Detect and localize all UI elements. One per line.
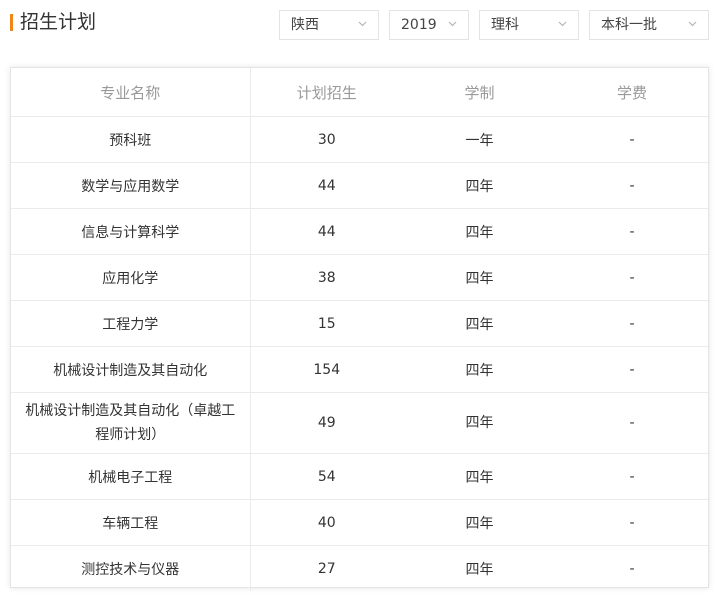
year-select[interactable]: 2019 [389, 10, 469, 40]
batch-select[interactable]: 本科一批 [589, 10, 709, 40]
cell-fee: - [556, 346, 708, 393]
cell-duration: 四年 [403, 208, 556, 255]
column-header-fee: 学费 [556, 68, 708, 117]
cell-duration: 四年 [403, 162, 556, 209]
table-row: 机械设计制造及其自动化 154 四年 - [11, 346, 708, 393]
cell-plan: 27 [317, 560, 336, 577]
cell-fee: - [556, 499, 708, 546]
table-row: 测控技术与仪器 27 四年 - [11, 545, 708, 591]
province-select[interactable]: 陕西 [279, 10, 379, 40]
column-header-plan: 计划招生 [250, 68, 403, 117]
table-row: 信息与计算科学 44 四年 - [11, 208, 708, 255]
cell-major: 测控技术与仪器 [11, 545, 251, 591]
cell-major: 预科班 [11, 116, 251, 163]
chevron-down-icon [358, 19, 367, 28]
table-row: 机械设计制造及其自动化（卓越工程师计划） 49 四年 - [11, 392, 708, 454]
cell-plan: 30 [250, 116, 403, 163]
cell-fee: - [556, 208, 708, 255]
table-row: 机械电子工程 54 四年 - [11, 453, 708, 500]
cell-duration: 四年 [403, 346, 556, 393]
page-title: 招生计划 [20, 11, 97, 33]
cell-fee: - [556, 453, 708, 500]
cell-duration: 四年 [465, 561, 494, 578]
subject-select-value: 理科 [491, 17, 519, 33]
year-select-value: 2019 [401, 17, 437, 33]
cell-major: 机械电子工程 [11, 453, 251, 500]
cell-duration: 四年 [403, 499, 556, 546]
cell-duration: 四年 [403, 300, 556, 347]
header: 招生计划 陕西 2019 理科 本科一批 [0, 0, 721, 48]
cell-duration: 四年 [403, 392, 556, 454]
cell-fee: - [556, 392, 708, 454]
table-row: 预科班 30 一年 - [11, 116, 708, 163]
cell-plan: 15 [250, 300, 403, 347]
table-row: 工程力学 15 四年 - [11, 300, 708, 347]
cell-duration: 四年 [403, 254, 556, 301]
cell-plan: 49 [250, 392, 403, 454]
plan-table: 专业名称 计划招生 学制 学费 预科班 30 一年 - 数学与应用数学 44 四… [11, 68, 708, 591]
table-header-row: 专业名称 计划招生 学制 学费 [11, 68, 708, 117]
cell-major: 机械设计制造及其自动化 [11, 346, 251, 393]
cell-major: 应用化学 [11, 254, 251, 301]
chevron-down-icon [448, 19, 457, 28]
cell-plan: 154 [250, 346, 403, 393]
table-row: 数学与应用数学 44 四年 - [11, 162, 708, 209]
chevron-down-icon [688, 19, 697, 28]
province-select-value: 陕西 [291, 17, 319, 33]
cell-plan: 44 [250, 162, 403, 209]
cell-plan: 38 [250, 254, 403, 301]
cell-fee: - [556, 254, 708, 301]
cell-fee: - [556, 116, 708, 163]
cell-plan: 40 [250, 499, 403, 546]
enrollment-plan-table: 专业名称 计划招生 学制 学费 预科班 30 一年 - 数学与应用数学 44 四… [10, 67, 709, 591]
batch-select-value: 本科一批 [601, 17, 657, 33]
cell-major: 机械设计制造及其自动化（卓越工程师计划） [11, 392, 251, 454]
cell-fee: - [556, 162, 708, 209]
chevron-down-icon [558, 19, 567, 28]
cell-plan: 54 [250, 453, 403, 500]
cell-major: 数学与应用数学 [11, 162, 251, 209]
cell-major: 工程力学 [11, 300, 251, 347]
cell-fee: - [556, 300, 708, 347]
table-row: 车辆工程 40 四年 - [11, 499, 708, 546]
cell-fee: - [629, 560, 635, 577]
cell-duration: 一年 [403, 116, 556, 163]
cell-major: 车辆工程 [11, 499, 251, 546]
cell-major: 信息与计算科学 [11, 208, 251, 255]
subject-select[interactable]: 理科 [479, 10, 579, 40]
title-accent-bar [10, 14, 13, 31]
column-header-duration: 学制 [403, 68, 556, 117]
cell-plan: 44 [250, 208, 403, 255]
column-header-major: 专业名称 [11, 68, 251, 117]
table-row: 应用化学 38 四年 - [11, 254, 708, 301]
cell-duration: 四年 [403, 453, 556, 500]
